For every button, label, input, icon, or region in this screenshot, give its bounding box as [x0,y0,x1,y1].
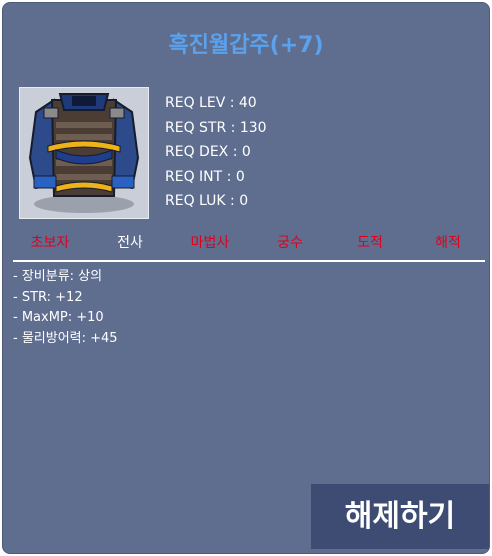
req-str: REQ STR : 130 [165,119,267,136]
job-bowman: 궁수 [277,235,303,251]
stat-maxmp: - MaxMP: +10 [13,310,104,325]
req-luk: REQ LUK : 0 [165,193,249,209]
stat-str: - STR: +12 [13,289,83,305]
item-name: 흑진월갑주(+7) [168,33,324,58]
job-restrictions: 초보자 전사 마법사 궁수 도적 해적 [3,231,489,257]
requirements-list: REQ LEV : 40 REQ STR : 130 REQ DEX : 0 R… [165,91,267,214]
stat-defense: - 물리방어력: +45 [13,330,118,346]
item-tooltip-panel: 흑진월갑주(+7) REQ LEV: 40 REQ STR: 130 REQ… [2,2,490,554]
item-icon-frame [19,87,149,219]
req-dex: REQ DEX : 0 [165,144,251,160]
unequip-button[interactable]: 해제하기 [311,484,489,549]
stat-category: - 장비분류: 상의 [13,269,103,284]
job-beginner: 초보자 [30,235,70,251]
job-thief: 도적 [357,235,383,251]
job-magician: 마법사 [190,235,230,251]
job-warrior: 전사 [117,235,143,251]
armor-icon [28,93,140,213]
item-stats: - 장비분류: 상의 - STR: +12 - MaxMP: +10 - 물리방… [13,267,118,349]
job-pirate: 해적 [435,235,461,251]
req-int: REQ INT : 0 [165,168,245,185]
divider [13,260,485,262]
req-level: REQ LEV : 40 [165,95,257,111]
